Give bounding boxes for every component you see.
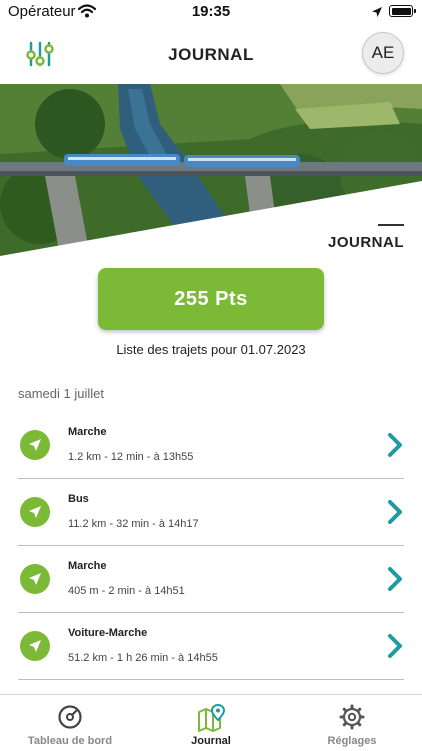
section-title: JOURNAL — [327, 234, 404, 251]
location-arrow-icon — [371, 5, 383, 23]
hero-image — [0, 84, 422, 256]
trip-detail: 51.2 km - 1 h 26 min - à 14h55 — [68, 652, 218, 664]
navigation-arrow-icon — [20, 430, 50, 460]
chevron-right-icon[interactable] — [386, 432, 404, 463]
trip-detail: 11.2 km - 32 min - à 14h17 — [68, 518, 199, 530]
trip-row[interactable]: Bus 11.2 km - 32 min - à 14h17 — [18, 479, 404, 546]
trip-detail: 405 m - 2 min - à 14h51 — [68, 585, 185, 597]
day-header: samedi 1 juillet — [18, 386, 104, 401]
navigation-arrow-icon — [20, 564, 50, 594]
points-button[interactable]: 255 Pts — [98, 268, 324, 330]
trip-mode: Bus — [68, 493, 89, 505]
list-subtitle: Liste des trajets pour 01.07.2023 — [116, 342, 306, 357]
trip-mode: Marche — [68, 560, 107, 572]
trip-mode: Marche — [68, 426, 107, 438]
tab-label: Réglages — [327, 735, 377, 747]
tab-bar: Tableau de bord Journal Réglages — [0, 694, 422, 751]
tab-label: Journal — [191, 735, 231, 747]
tab-settings[interactable]: Réglages — [282, 695, 422, 751]
trip-detail: 1.2 km - 12 min - à 13h55 — [68, 451, 194, 463]
tab-journal[interactable]: Journal — [141, 695, 281, 751]
gauge-icon — [0, 704, 140, 730]
app-header: JOURNAL AE — [0, 24, 422, 84]
status-bar: Opérateur 19:35 — [0, 0, 422, 24]
battery-icon — [389, 5, 416, 17]
avatar[interactable]: AE — [362, 32, 404, 74]
map-pin-icon — [141, 704, 281, 732]
navigation-arrow-icon — [20, 497, 50, 527]
tab-dashboard[interactable]: Tableau de bord — [0, 695, 140, 751]
trip-mode: Voiture-Marche — [68, 627, 148, 639]
trip-row[interactable]: Voiture-Marche 51.2 km - 1 h 26 min - à … — [18, 613, 404, 680]
trip-row[interactable]: Marche 1.2 km - 12 min - à 13h55 — [18, 412, 404, 479]
chevron-right-icon[interactable] — [386, 566, 404, 597]
chevron-right-icon[interactable] — [386, 499, 404, 530]
page-title: JOURNAL — [168, 45, 254, 64]
navigation-arrow-icon — [20, 631, 50, 661]
tab-label: Tableau de bord — [27, 735, 113, 747]
clock: 19:35 — [191, 3, 231, 20]
chevron-right-icon[interactable] — [386, 633, 404, 664]
section-divider — [378, 224, 404, 226]
gear-icon — [282, 704, 422, 730]
trip-row[interactable]: Marche 405 m - 2 min - à 14h51 — [18, 546, 404, 613]
